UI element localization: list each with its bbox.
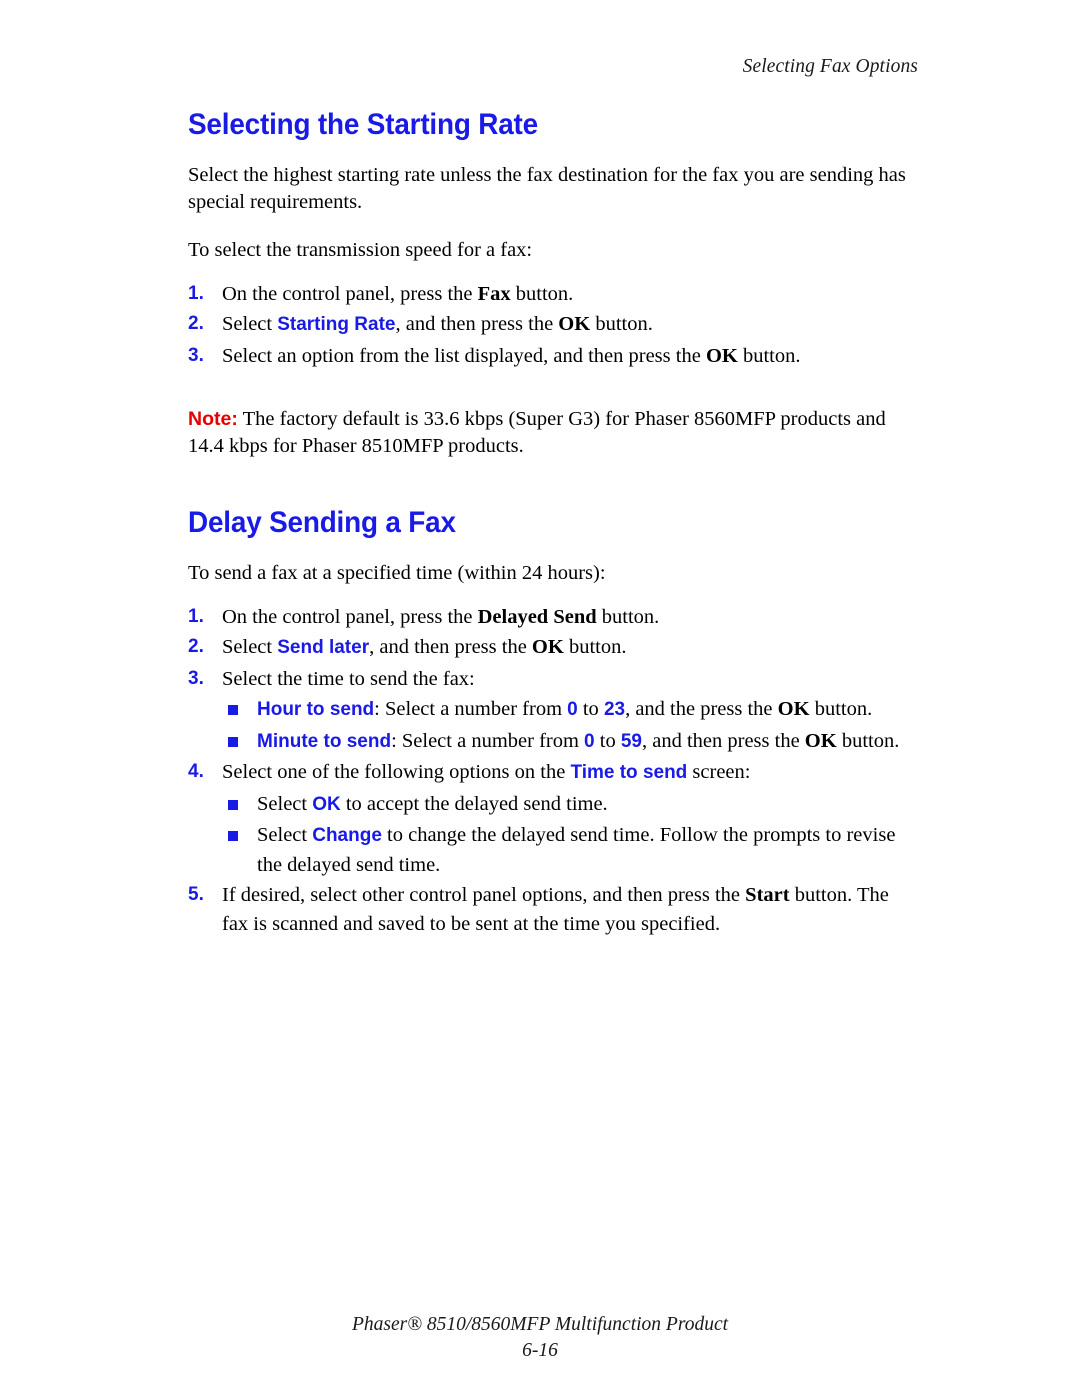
- note-block: Note: The factory default is 33.6 kbps (…: [188, 406, 920, 460]
- step-text-part: , and then press the: [369, 636, 532, 658]
- ui-label-time-to-send: Time to send: [570, 762, 688, 783]
- bullet-item: Select OK to accept the delayed send tim…: [188, 790, 920, 820]
- value-hour-min: 0: [567, 699, 578, 720]
- bullet-text-part: : Select a number from: [391, 729, 585, 752]
- delay-send-leadin: To send a fax at a specified time (withi…: [188, 562, 606, 584]
- step-text-part: button.: [510, 282, 574, 305]
- bullet-text-part: to accept the delayed send time.: [340, 792, 608, 815]
- value-minute-min: 0: [584, 730, 595, 752]
- heading-delay-sending-a-fax: Delay Sending a Fax: [188, 506, 456, 539]
- step-item: 2. Select Send later, and then press the…: [188, 633, 920, 663]
- step-text-part: screen:: [687, 761, 751, 783]
- step-item: 5. If desired, select other control pane…: [188, 881, 920, 938]
- starting-rate-intro-paragraph: Select the highest starting rate unless …: [188, 164, 906, 213]
- square-bullet-icon: [228, 705, 238, 715]
- running-header: Selecting Fax Options: [742, 56, 918, 77]
- bullet-text-part: button.: [836, 729, 900, 752]
- ui-label-hour-to-send: Hour to send: [257, 699, 375, 720]
- step-number: 2.: [188, 636, 204, 657]
- step-text-part: If desired, select other control panel o…: [222, 884, 746, 906]
- bullet-text-part: : Select a number from: [374, 698, 568, 720]
- ui-label-minute-to-send: Minute to send: [257, 730, 392, 752]
- footer-page-number: 6-16: [522, 1340, 558, 1361]
- note-text: The factory default is 33.6 kbps (Super …: [188, 408, 886, 457]
- page-footer: Phaser® 8510/8560MFP Multifunction Produ…: [0, 1312, 1080, 1364]
- button-name-ok: OK: [531, 636, 564, 658]
- square-bullet-icon: [228, 799, 238, 810]
- step-number: 3.: [188, 667, 204, 689]
- square-bullet-icon: [228, 736, 238, 747]
- step-item: 4. Select one of the following options o…: [188, 758, 920, 788]
- bullet-text-part: Select: [257, 792, 313, 815]
- step-text-part: , and then press the: [395, 313, 559, 335]
- ui-label-change: Change: [312, 825, 382, 846]
- delay-send-steps: 1. On the control panel, press the Delay…: [188, 603, 920, 694]
- step-text-part: Select: [222, 313, 278, 335]
- bullet-text-part: to: [577, 698, 604, 720]
- bullet-item: Select Change to change the delayed send…: [188, 821, 920, 879]
- step-number: 5.: [188, 884, 204, 905]
- step-text-part: Select an option from the list displayed…: [222, 344, 706, 367]
- step-number: 1.: [188, 282, 204, 304]
- square-bullet-icon: [228, 831, 238, 841]
- ui-label-ok: OK: [312, 793, 341, 815]
- step-text-part: On the control panel, press the: [222, 282, 478, 305]
- button-name-ok: OK: [804, 729, 837, 752]
- button-name-start: Start: [745, 884, 790, 906]
- bullet-item: Minute to send: Select a number from 0 t…: [188, 727, 920, 757]
- note-label: Note:: [188, 408, 238, 430]
- step-item: 1. On the control panel, press the Fax b…: [188, 280, 920, 309]
- bullet-text-part: , and the press the: [625, 698, 778, 720]
- button-name-fax: Fax: [477, 282, 511, 305]
- ui-label-send-later: Send later: [277, 637, 370, 658]
- bullet-text-part: to: [594, 729, 621, 752]
- bullet-text-part: button.: [809, 698, 873, 720]
- bullet-text-part: Select: [257, 824, 313, 846]
- value-minute-max: 59: [620, 730, 642, 752]
- step-text-part: button.: [737, 344, 801, 367]
- bullet-text-part: , and then press the: [641, 729, 805, 752]
- value-hour-max: 23: [603, 699, 626, 720]
- footer-product-line: Phaser® 8510/8560MFP Multifunction Produ…: [351, 1314, 729, 1335]
- time-to-send-bullets: Hour to send: Select a number from 0 to …: [188, 695, 920, 756]
- step-item: 3. Select the time to send the fax:: [188, 665, 920, 694]
- step-text-part: Select the time to send the fax:: [222, 667, 475, 690]
- document-page: Selecting Fax Options Selecting the Star…: [0, 0, 1080, 1397]
- ui-label-starting-rate: Starting Rate: [277, 314, 396, 335]
- step-number: 2.: [188, 313, 204, 334]
- step-text-part: Select: [222, 636, 278, 658]
- button-name-ok: OK: [777, 698, 810, 720]
- time-to-send-option-bullets: Select OK to accept the delayed send tim…: [188, 790, 920, 880]
- bullet-item: Hour to send: Select a number from 0 to …: [188, 695, 920, 725]
- starting-rate-leadin: To select the transmission speed for a f…: [188, 239, 533, 261]
- step-text-part: On the control panel, press the: [222, 605, 478, 628]
- delay-send-steps-continued: 4. Select one of the following options o…: [188, 758, 920, 788]
- button-name-ok: OK: [558, 313, 591, 335]
- step-number: 3.: [188, 344, 204, 366]
- delay-send-steps-final: 5. If desired, select other control pane…: [188, 881, 920, 938]
- step-text-part: button.: [563, 636, 627, 658]
- heading-selecting-the-starting-rate: Selecting the Starting Rate: [188, 108, 538, 141]
- button-name-delayed-send: Delayed Send: [477, 605, 597, 628]
- step-text-part: Select one of the following options on t…: [222, 761, 571, 783]
- step-number: 4.: [188, 761, 204, 782]
- step-text-part: button.: [596, 605, 660, 628]
- step-item: 3. Select an option from the list displa…: [188, 342, 920, 371]
- starting-rate-steps: 1. On the control panel, press the Fax b…: [188, 280, 920, 371]
- step-item: 2. Select Starting Rate, and then press …: [188, 310, 920, 340]
- step-item: 1. On the control panel, press the Delay…: [188, 603, 920, 632]
- step-number: 1.: [188, 605, 204, 627]
- button-name-ok: OK: [705, 344, 738, 367]
- page-content: Selecting the Starting Rate Select the h…: [188, 108, 920, 940]
- step-text-part: button.: [590, 313, 653, 335]
